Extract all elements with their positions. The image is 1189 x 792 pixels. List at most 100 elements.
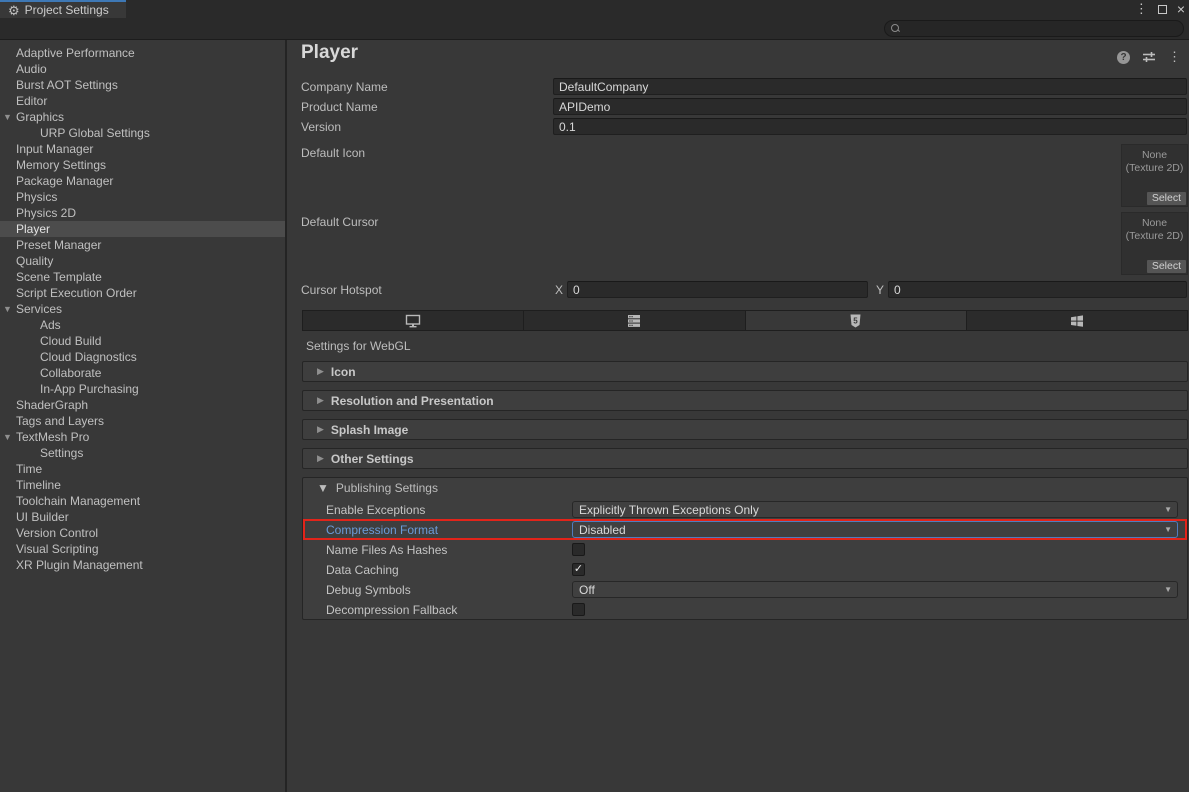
sidebar-item-preset-manager[interactable]: Preset Manager <box>0 237 285 253</box>
compression-format-row: Compression FormatDisabled▼ <box>312 521 1178 538</box>
window-menu-icon[interactable]: ⋮ <box>1135 1 1148 17</box>
company-name-label: Company Name <box>301 80 553 94</box>
expanded-triangle-icon[interactable]: ▼ <box>3 301 12 317</box>
data-caching-label: Data Caching <box>312 563 572 577</box>
sidebar-item-player[interactable]: Player <box>0 221 285 237</box>
search-input[interactable] <box>904 22 1177 36</box>
sidebar-item-shadergraph[interactable]: ShaderGraph <box>0 397 285 413</box>
sidebar-item-burst-aot-settings[interactable]: Burst AOT Settings <box>0 77 285 93</box>
sidebar-item-collaborate[interactable]: Collaborate <box>0 365 285 381</box>
debug-symbols-dropdown[interactable]: Off▼ <box>572 581 1178 598</box>
sidebar-item-physics-2d[interactable]: Physics 2D <box>0 205 285 221</box>
sidebar-item-editor[interactable]: Editor <box>0 93 285 109</box>
section-label: Other Settings <box>331 452 414 466</box>
platform-tab-standalone[interactable] <box>303 311 524 330</box>
section-resolution-and-presentation[interactable]: ▶Resolution and Presentation <box>302 390 1188 411</box>
debug-symbols-row: Debug SymbolsOff▼ <box>312 581 1178 598</box>
product-name-label: Product Name <box>301 100 553 114</box>
sidebar-item-settings[interactable]: Settings <box>0 445 285 461</box>
sidebar-item-label: Quality <box>16 254 53 268</box>
expanded-triangle-icon: ▼ <box>317 481 329 495</box>
sidebar-item-graphics[interactable]: ▼Graphics <box>0 109 285 125</box>
sidebar-item-in-app-purchasing[interactable]: In-App Purchasing <box>0 381 285 397</box>
data-caching-checkbox[interactable]: ✓ <box>572 563 585 576</box>
default-cursor-select-button[interactable]: Select <box>1147 260 1186 273</box>
sidebar-item-quality[interactable]: Quality <box>0 253 285 269</box>
close-icon[interactable]: × <box>1177 2 1185 16</box>
collapsed-triangle-icon: ▶ <box>317 424 324 435</box>
publishing-settings-header[interactable]: ▼ Publishing Settings <box>303 478 1187 499</box>
platform-tab-webgl[interactable]: 5 <box>746 311 967 330</box>
windows-store-icon <box>1070 314 1084 328</box>
debug-symbols-label: Debug Symbols <box>312 583 572 597</box>
sidebar-item-script-execution-order[interactable]: Script Execution Order <box>0 285 285 301</box>
cursor-hotspot-x-input[interactable] <box>567 281 868 298</box>
panel-menu-icon[interactable]: ⋮ <box>1168 49 1181 65</box>
sidebar-item-ui-builder[interactable]: UI Builder <box>0 509 285 525</box>
sidebar-item-label: Script Execution Order <box>16 286 137 300</box>
section-other-settings[interactable]: ▶ Other Settings <box>302 448 1188 469</box>
default-cursor-texture-well[interactable]: None(Texture 2D) Select <box>1121 212 1188 275</box>
cursor-hotspot-label: Cursor Hotspot <box>301 283 555 297</box>
sidebar-item-label: Scene Template <box>16 270 102 284</box>
expanded-triangle-icon[interactable]: ▼ <box>3 109 12 125</box>
sidebar-item-cloud-build[interactable]: Cloud Build <box>0 333 285 349</box>
default-icon-select-button[interactable]: Select <box>1147 192 1186 205</box>
decompression-fallback-checkbox[interactable] <box>572 603 585 616</box>
collapsed-triangle-icon: ▶ <box>317 366 324 377</box>
webgl-icon: 5 <box>850 314 861 328</box>
expanded-triangle-icon[interactable]: ▼ <box>3 429 12 445</box>
sidebar-item-tags-and-layers[interactable]: Tags and Layers <box>0 413 285 429</box>
sidebar-item-input-manager[interactable]: Input Manager <box>0 141 285 157</box>
default-icon-texture-well[interactable]: None(Texture 2D) Select <box>1121 144 1188 207</box>
version-input[interactable] <box>553 118 1187 135</box>
enable-exceptions-dropdown[interactable]: Explicitly Thrown Exceptions Only▼ <box>572 501 1178 518</box>
sidebar-item-label: Collaborate <box>40 366 101 380</box>
page-title: Player <box>301 42 358 64</box>
maximize-icon[interactable] <box>1158 5 1167 14</box>
sidebar-item-memory-settings[interactable]: Memory Settings <box>0 157 285 173</box>
sidebar-item-services[interactable]: ▼Services <box>0 301 285 317</box>
sidebar-item-label: Adaptive Performance <box>16 46 135 60</box>
sidebar-item-label: Tags and Layers <box>16 414 104 428</box>
sidebar-item-package-manager[interactable]: Package Manager <box>0 173 285 189</box>
name-files-as-hashes-checkbox[interactable] <box>572 543 585 556</box>
sidebar-item-timeline[interactable]: Timeline <box>0 477 285 493</box>
sidebar-item-audio[interactable]: Audio <box>0 61 285 77</box>
sidebar-item-ads[interactable]: Ads <box>0 317 285 333</box>
sidebar-item-time[interactable]: Time <box>0 461 285 477</box>
section-icon[interactable]: ▶Icon <box>302 361 1188 382</box>
y-axis-label: Y <box>876 283 884 297</box>
version-label: Version <box>301 120 553 134</box>
sidebar-item-label: Preset Manager <box>16 238 101 252</box>
company-name-input[interactable] <box>553 78 1187 95</box>
sidebar-item-version-control[interactable]: Version Control <box>0 525 285 541</box>
cursor-hotspot-y-input[interactable] <box>888 281 1187 298</box>
sidebar-item-scene-template[interactable]: Scene Template <box>0 269 285 285</box>
platform-tab-dedicated-server[interactable] <box>524 311 745 330</box>
sidebar-item-adaptive-performance[interactable]: Adaptive Performance <box>0 45 285 61</box>
presets-icon[interactable] <box>1142 51 1156 63</box>
sidebar-item-cloud-diagnostics[interactable]: Cloud Diagnostics <box>0 349 285 365</box>
player-settings-panel: Player ? ⋮ Company Name Product Name Versi… <box>289 40 1189 792</box>
search-box[interactable] <box>884 20 1184 37</box>
texture-none-label: None(Texture 2D) <box>1122 213 1187 243</box>
sidebar-item-visual-scripting[interactable]: Visual Scripting <box>0 541 285 557</box>
sidebar-item-physics[interactable]: Physics <box>0 189 285 205</box>
help-icon[interactable]: ? <box>1117 51 1130 64</box>
sidebar-item-xr-plugin-management[interactable]: XR Plugin Management <box>0 557 285 573</box>
platform-tab-windows-store[interactable] <box>967 311 1187 330</box>
dropdown-value: Off <box>579 583 595 597</box>
sidebar-item-toolchain-management[interactable]: Toolchain Management <box>0 493 285 509</box>
sidebar-item-textmesh-pro[interactable]: ▼TextMesh Pro <box>0 429 285 445</box>
tab-project-settings[interactable]: ⚙ Project Settings <box>0 0 126 18</box>
name-files-as-hashes-row: Name Files As Hashes <box>312 541 1178 558</box>
name-files-as-hashes-label: Name Files As Hashes <box>312 543 572 557</box>
product-name-input[interactable] <box>553 98 1187 115</box>
section-label: Publishing Settings <box>336 481 438 495</box>
enable-exceptions-row: Enable ExceptionsExplicitly Thrown Excep… <box>312 501 1178 518</box>
section-splash-image[interactable]: ▶Splash Image <box>302 419 1188 440</box>
sidebar-item-urp-global-settings[interactable]: URP Global Settings <box>0 125 285 141</box>
compression-format-dropdown[interactable]: Disabled▼ <box>572 521 1178 538</box>
collapsed-triangle-icon: ▶ <box>317 453 324 464</box>
